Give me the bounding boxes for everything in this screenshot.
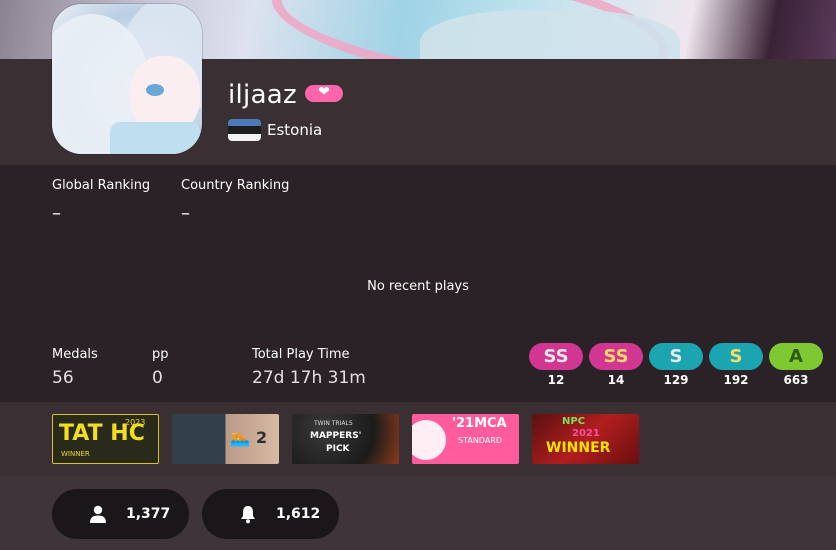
grade-ss-count: 14	[607, 373, 625, 387]
global-ranking-value: –	[52, 203, 61, 224]
badge-twin-note: PICK	[326, 444, 350, 454]
user-icon	[90, 505, 106, 523]
followers-count: 1,377	[126, 506, 171, 522]
profile-footer: 1,377 1,612	[0, 476, 836, 550]
grade-ss-silver-count: 12	[547, 373, 565, 387]
badge-21mca-title: '21MCA	[452, 416, 507, 431]
followers-button[interactable]: 1,377	[52, 489, 189, 539]
avatar	[52, 4, 202, 154]
supporter-badge[interactable]: ❤	[305, 84, 343, 102]
username: iljaaz	[228, 80, 297, 110]
badges-row: TAT HC 2023 WINNER 🏊 2 TWIN TRIALS MAPPE…	[0, 402, 836, 476]
grade-a: A	[769, 343, 823, 370]
heart-icon: ❤	[318, 84, 330, 100]
medals-label: Medals	[52, 347, 98, 362]
bell-icon	[241, 506, 255, 524]
badge-tathc-year: 2023	[125, 418, 146, 427]
badge-npc-note: WINNER	[546, 440, 611, 456]
badge-tathc-note: WINNER	[61, 450, 90, 458]
pp-label: pp	[152, 347, 169, 362]
badge-twin-title: TWIN TRIALS	[314, 420, 353, 427]
playtime-label: Total Play Time	[252, 347, 350, 362]
badge-npc-year: 2021	[572, 428, 600, 439]
subscribers-count: 1,612	[276, 506, 321, 522]
grade-ss-silver: SS	[529, 343, 583, 370]
pp-value: 0	[152, 368, 163, 388]
grade-s-silver: S	[649, 343, 703, 370]
global-ranking-label: Global Ranking	[52, 178, 151, 193]
country-ranking-value: –	[181, 203, 190, 224]
badge-swim[interactable]: 🏊 2	[172, 414, 279, 464]
badge-npc-title: NPC	[562, 416, 586, 427]
grade-a-count: 663	[783, 373, 809, 387]
badge-swim-number: 2	[256, 428, 268, 447]
estonia-flag-icon[interactable]	[228, 119, 261, 141]
playtime-value: 27d 17h 31m	[252, 368, 366, 388]
badge-21mca-sub: STANDARD	[458, 436, 503, 445]
badge-21mca[interactable]: '21MCA STANDARD	[412, 414, 519, 464]
subscribers-button[interactable]: 1,612	[202, 489, 339, 539]
grade-s-count: 192	[723, 373, 749, 387]
medals-value: 56	[52, 368, 74, 388]
badge-twin-trials[interactable]: TWIN TRIALS MAPPERS' PICK	[292, 414, 399, 464]
badge-tathc[interactable]: TAT HC 2023 WINNER	[52, 414, 159, 464]
swim-icon: 🏊	[230, 428, 250, 447]
grade-ss: SS	[589, 343, 643, 370]
badge-twin-sub: MAPPERS'	[310, 431, 362, 441]
country-ranking-label: Country Ranking	[181, 178, 290, 193]
no-recent-plays: No recent plays	[367, 279, 469, 294]
country-name[interactable]: Estonia	[267, 121, 322, 139]
grade-s: S	[709, 343, 763, 370]
grade-s-silver-count: 129	[663, 373, 689, 387]
badge-npc-2021[interactable]: NPC 2021 WINNER	[532, 414, 639, 464]
